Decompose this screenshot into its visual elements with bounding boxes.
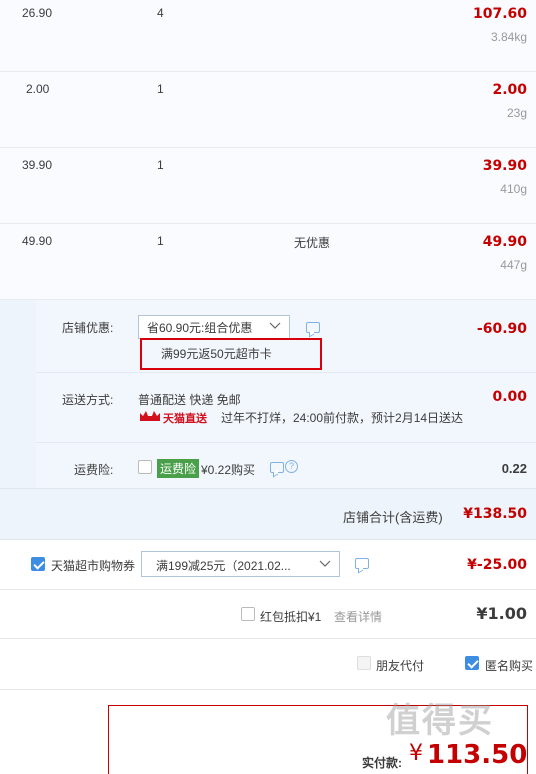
item-quantity: 4 — [157, 6, 164, 20]
item-total: 2.00 — [492, 82, 527, 98]
anonymous-label: 匿名购买 — [485, 659, 534, 673]
insurance-badge: 运费险 — [157, 459, 200, 478]
order-item-row: 39.90 1 39.90 410g — [0, 148, 536, 224]
redpacket-checkbox[interactable] — [241, 607, 255, 621]
item-promo: 无优惠 — [294, 236, 331, 250]
item-weight: 410g — [500, 182, 527, 196]
tmall-cat-icon — [139, 410, 160, 422]
tmall-direct-badge: 天猫直送 — [163, 413, 207, 425]
shipping-label: 运送方式: — [62, 393, 114, 407]
shop-summary-section: 店铺优惠: 省60.90元:组合优惠 -60.90 满99元返50元超市卡 运送… — [0, 300, 536, 488]
payment-label: 实付款: — [362, 756, 402, 770]
order-item-row: 26.90 4 107.60 3.84kg — [0, 0, 536, 72]
coupon-row: 天猫超市购物券 满199减25元（2021.02... ¥-25.00 — [0, 541, 536, 589]
shop-discount-select[interactable]: 省60.90元:组合优惠 — [138, 315, 290, 339]
order-item-row: 49.90 1 无优惠 49.90 447g — [0, 224, 536, 300]
chat-icon[interactable] — [270, 462, 284, 473]
friend-pay-checkbox[interactable] — [357, 656, 371, 670]
item-total: 107.60 — [472, 6, 527, 22]
insurance-checkbox[interactable] — [138, 460, 152, 474]
chevron-down-icon — [269, 321, 281, 333]
divider — [0, 689, 536, 690]
shipping-note: 过年不打烊，24:00前付款，预计2月14日送达 — [221, 411, 464, 425]
shop-discount-label: 店铺优惠: — [62, 321, 114, 335]
item-price: 2.00 — [26, 82, 50, 96]
redpacket-details-link[interactable]: 查看详情 — [334, 608, 382, 625]
chat-icon[interactable] — [306, 322, 320, 333]
help-icon[interactable]: ? — [285, 460, 298, 473]
shipping-method: 普通配送 快递 免邮 — [138, 393, 241, 407]
divider — [36, 442, 536, 443]
chevron-down-icon — [319, 559, 331, 571]
item-price: 49.90 — [22, 234, 53, 248]
shop-discount-amount: -60.90 — [476, 321, 527, 337]
coupon-select-value: 满199减25元（2021.02... — [156, 559, 291, 573]
friend-pay-label: 朋友代付 — [376, 659, 425, 673]
divider — [36, 372, 536, 373]
item-quantity: 1 — [157, 234, 164, 248]
item-weight: 3.84kg — [490, 30, 527, 44]
payment-amount: 113.50 — [427, 740, 528, 770]
coupon-label: 天猫超市购物券 — [51, 559, 136, 573]
item-quantity: 1 — [157, 82, 164, 96]
insurance-label: 运费险: — [74, 463, 114, 477]
chat-icon[interactable] — [355, 558, 369, 569]
item-quantity: 1 — [157, 158, 164, 172]
coupon-amount: ¥-25.00 — [467, 557, 527, 573]
coupon-checkbox[interactable] — [31, 557, 45, 571]
redpacket-row: 红包抵扣¥1 查看详情 ¥1.00 — [0, 590, 536, 638]
redpacket-amount: ¥1.00 — [476, 604, 527, 623]
payment-currency: ¥ — [409, 741, 423, 766]
shop-discount-select-value: 省60.90元:组合优惠 — [147, 321, 253, 335]
insurance-amount: 0.22 — [501, 461, 527, 476]
shop-subtotal-bar: 店铺合计(含运费) ¥138.50 — [0, 488, 536, 540]
shipping-amount: 0.00 — [492, 389, 527, 405]
subtotal-amount: ¥138.50 — [463, 506, 527, 522]
watermark: 值得买 — [386, 701, 494, 741]
anonymous-checkbox[interactable] — [465, 656, 479, 670]
insurance-price: ¥0.22购买 — [201, 463, 256, 477]
options-row: 朋友代付 匿名购买 — [0, 639, 536, 689]
redpacket-label: 红包抵扣¥1 — [260, 610, 322, 624]
item-weight: 447g — [500, 258, 527, 272]
coupon-select[interactable]: 满199减25元（2021.02... — [141, 551, 340, 577]
shop-discount-detail: 满99元返50元超市卡 — [161, 347, 272, 361]
item-price: 26.90 — [22, 6, 53, 20]
order-item-row: 2.00 1 2.00 23g — [0, 72, 536, 148]
item-price: 39.90 — [22, 158, 53, 172]
item-total: 49.90 — [482, 234, 527, 250]
item-weight: 23g — [506, 106, 527, 120]
subtotal-label: 店铺合计(含运费) — [343, 510, 443, 525]
item-total: 39.90 — [482, 158, 527, 174]
